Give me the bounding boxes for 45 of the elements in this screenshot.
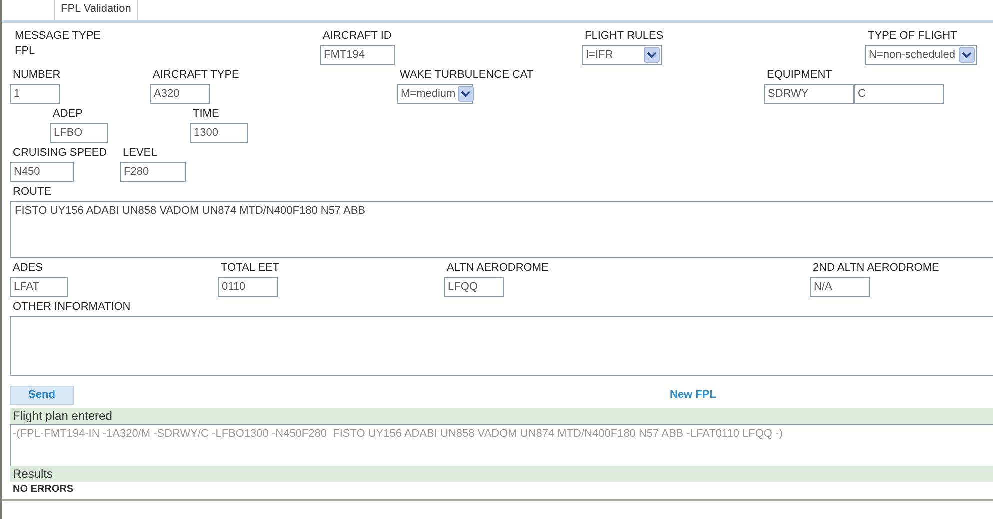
input-field[interactable]: C [854, 84, 944, 104]
text-area[interactable]: FISTO UY156 ADABI UN858 VADOM UN874 MTD/N400F180 N57 ABB [10, 201, 993, 258]
dropdown[interactable]: I=IFR [582, 45, 662, 65]
input-field[interactable]: 0110 [218, 277, 278, 297]
field-label: TYPE OF FLIGHT [867, 30, 958, 43]
input-field[interactable]: N/A [810, 277, 870, 297]
field-label: TIME [192, 108, 220, 121]
chevron-down-icon [458, 86, 474, 102]
field-label: FLIGHT RULES [584, 30, 664, 43]
input-field[interactable]: SDRWY [764, 84, 854, 104]
field-label: CRUISING SPEED [12, 147, 108, 160]
field-label: ROUTE [12, 186, 52, 199]
field-label: ADES [12, 262, 43, 275]
text-area[interactable] [10, 316, 993, 376]
field-label: ALTN AERODROME [446, 262, 549, 275]
input-field[interactable]: F280 [120, 162, 186, 182]
dropdown[interactable]: M=medium [397, 84, 473, 104]
chevron-down-icon [644, 47, 660, 63]
input-field[interactable]: A320 [150, 84, 210, 104]
field-label: 2ND ALTN AERODROME [812, 262, 940, 275]
field-label: NUMBER [12, 69, 61, 82]
field-label: EQUIPMENT [766, 69, 832, 82]
field-label: ADEP [52, 108, 83, 121]
input-field[interactable]: LFAT [10, 277, 68, 297]
field-label: WAKE TURBULENCE CAT [399, 69, 534, 82]
results-text: NO ERRORS [12, 483, 75, 497]
tab[interactable]: FPL Validation [54, 0, 138, 20]
dropdown[interactable]: N=non-scheduled [865, 45, 977, 65]
field-label: OTHER INFORMATION [12, 301, 131, 314]
chevron-down-icon [959, 47, 975, 63]
input-field[interactable]: LFBO [50, 123, 108, 143]
input-field[interactable]: 1 [10, 84, 60, 104]
field-label: AIRCRAFT ID [322, 30, 392, 43]
input-field[interactable]: N450 [10, 162, 74, 182]
input-field[interactable]: 1300 [190, 123, 248, 143]
section-heading: Flight plan entered [10, 408, 993, 424]
field-value: FPL [14, 45, 36, 58]
field-label: MESSAGE TYPE [14, 30, 101, 43]
field-label: LEVEL [122, 147, 158, 160]
field-label: AIRCRAFT TYPE [152, 69, 240, 82]
new-fpl-link[interactable]: New FPL [670, 389, 716, 401]
section-heading: Results [10, 466, 993, 482]
field-label: TOTAL EET [220, 262, 280, 275]
input-field[interactable]: LFQQ [444, 277, 504, 297]
input-field[interactable]: FMT194 [320, 45, 395, 65]
